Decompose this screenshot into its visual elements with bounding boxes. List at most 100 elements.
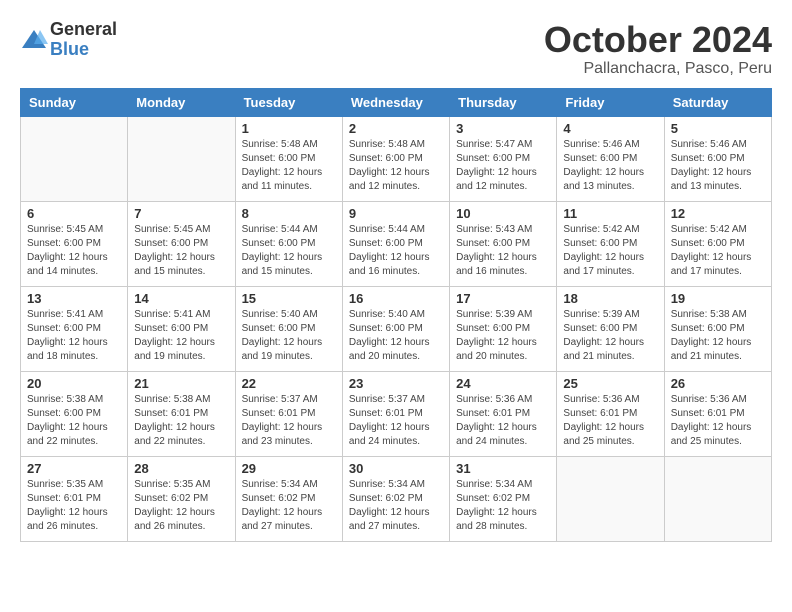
day-number: 14 bbox=[134, 291, 228, 306]
day-number: 23 bbox=[349, 376, 443, 391]
day-number: 20 bbox=[27, 376, 121, 391]
column-header-saturday: Saturday bbox=[664, 88, 771, 116]
calendar-cell: 5Sunrise: 5:46 AMSunset: 6:00 PMDaylight… bbox=[664, 116, 771, 201]
column-header-wednesday: Wednesday bbox=[342, 88, 449, 116]
day-info: Sunrise: 5:42 AMSunset: 6:00 PMDaylight:… bbox=[671, 223, 765, 279]
subtitle: Pallanchacra, Pasco, Peru bbox=[544, 60, 772, 78]
day-info: Sunrise: 5:37 AMSunset: 6:01 PMDaylight:… bbox=[242, 393, 336, 449]
day-info: Sunrise: 5:34 AMSunset: 6:02 PMDaylight:… bbox=[349, 478, 443, 534]
day-number: 24 bbox=[456, 376, 550, 391]
day-info: Sunrise: 5:40 AMSunset: 6:00 PMDaylight:… bbox=[242, 308, 336, 364]
calendar-cell: 17 Sunrise: 5:39 AMSunset: 6:00 PMDayligh… bbox=[450, 286, 557, 371]
day-info: Sunrise: 5:37 AMSunset: 6:01 PMDaylight:… bbox=[349, 393, 443, 449]
calendar-cell: 6 Sunrise: 5:45 AMSunset: 6:00 PMDaylight… bbox=[21, 201, 128, 286]
calendar-cell: 25 Sunrise: 5:36 AMSunset: 6:01 PMDayligh… bbox=[557, 371, 664, 456]
calendar-cell: 15 Sunrise: 5:40 AMSunset: 6:00 PMDayligh… bbox=[235, 286, 342, 371]
day-info: Sunrise: 5:48 AMSunset: 6:00 PMDaylight:… bbox=[349, 138, 443, 194]
calendar-cell: 28 Sunrise: 5:35 AMSunset: 6:02 PMDayligh… bbox=[128, 456, 235, 541]
calendar-cell: 7Sunrise: 5:45 AMSunset: 6:00 PMDaylight… bbox=[128, 201, 235, 286]
calendar-cell: 27 Sunrise: 5:35 AMSunset: 6:01 PMDayligh… bbox=[21, 456, 128, 541]
day-number: 27 bbox=[27, 461, 121, 476]
calendar-cell: 31 Sunrise: 5:34 AMSunset: 6:02 PMDayligh… bbox=[450, 456, 557, 541]
day-info: Sunrise: 5:38 AMSunset: 6:01 PMDaylight:… bbox=[134, 393, 228, 449]
calendar-cell: 3Sunrise: 5:47 AMSunset: 6:00 PMDaylight… bbox=[450, 116, 557, 201]
calendar-cell: 23 Sunrise: 5:37 AMSunset: 6:01 PMDayligh… bbox=[342, 371, 449, 456]
calendar-cell bbox=[21, 116, 128, 201]
logo: General Blue bbox=[20, 20, 117, 60]
calendar-cell: 16 Sunrise: 5:40 AMSunset: 6:00 PMDayligh… bbox=[342, 286, 449, 371]
day-number: 13 bbox=[27, 291, 121, 306]
column-header-monday: Monday bbox=[128, 88, 235, 116]
calendar-cell: 11Sunrise: 5:42 AMSunset: 6:00 PMDayligh… bbox=[557, 201, 664, 286]
calendar-week-4: 20 Sunrise: 5:38 AMSunset: 6:00 PMDayligh… bbox=[21, 371, 772, 456]
day-number: 9 bbox=[349, 206, 443, 221]
calendar-cell: 13Sunrise: 5:41 AMSunset: 6:00 PMDayligh… bbox=[21, 286, 128, 371]
day-number: 28 bbox=[134, 461, 228, 476]
day-number: 17 bbox=[456, 291, 550, 306]
day-info: Sunrise: 5:47 AMSunset: 6:00 PMDaylight:… bbox=[456, 138, 550, 194]
calendar-cell: 20 Sunrise: 5:38 AMSunset: 6:00 PMDayligh… bbox=[21, 371, 128, 456]
day-info: Sunrise: 5:34 AMSunset: 6:02 PMDaylight:… bbox=[456, 478, 550, 534]
calendar-cell: 2 Sunrise: 5:48 AMSunset: 6:00 PMDaylight… bbox=[342, 116, 449, 201]
calendar-cell: 8 Sunrise: 5:44 AMSunset: 6:00 PMDaylight… bbox=[235, 201, 342, 286]
day-number: 29 bbox=[242, 461, 336, 476]
day-info: Sunrise: 5:39 AMSunset: 6:00 PMDaylight:… bbox=[563, 308, 657, 364]
day-info: Sunrise: 5:36 AMSunset: 6:01 PMDaylight:… bbox=[563, 393, 657, 449]
calendar-cell: 9 Sunrise: 5:44 AMSunset: 6:00 PMDaylight… bbox=[342, 201, 449, 286]
day-info: Sunrise: 5:40 AMSunset: 6:00 PMDaylight:… bbox=[349, 308, 443, 364]
calendar-cell: 4Sunrise: 5:46 AMSunset: 6:00 PMDaylight… bbox=[557, 116, 664, 201]
day-info: Sunrise: 5:38 AMSunset: 6:00 PMDaylight:… bbox=[27, 393, 121, 449]
day-number: 26 bbox=[671, 376, 765, 391]
calendar-cell: 10Sunrise: 5:43 AMSunset: 6:00 PMDayligh… bbox=[450, 201, 557, 286]
day-number: 1 bbox=[242, 121, 336, 136]
calendar-week-1: 1 Sunrise: 5:48 AMSunset: 6:00 PMDaylight… bbox=[21, 116, 772, 201]
day-number: 10 bbox=[456, 206, 550, 221]
day-info: Sunrise: 5:45 AMSunset: 6:00 PMDaylight:… bbox=[27, 223, 121, 279]
day-number: 22 bbox=[242, 376, 336, 391]
day-info: Sunrise: 5:35 AMSunset: 6:02 PMDaylight:… bbox=[134, 478, 228, 534]
column-header-tuesday: Tuesday bbox=[235, 88, 342, 116]
day-info: Sunrise: 5:46 AMSunset: 6:00 PMDaylight:… bbox=[563, 138, 657, 194]
calendar-cell bbox=[557, 456, 664, 541]
title-block: October 2024 Pallanchacra, Pasco, Peru bbox=[544, 20, 772, 78]
column-header-friday: Friday bbox=[557, 88, 664, 116]
column-header-thursday: Thursday bbox=[450, 88, 557, 116]
calendar-week-3: 13Sunrise: 5:41 AMSunset: 6:00 PMDayligh… bbox=[21, 286, 772, 371]
calendar: SundayMondayTuesdayWednesdayThursdayFrid… bbox=[20, 88, 772, 542]
day-number: 31 bbox=[456, 461, 550, 476]
logo-icon bbox=[20, 26, 48, 54]
logo-general: General bbox=[50, 20, 117, 40]
day-number: 11 bbox=[563, 206, 657, 221]
day-number: 18 bbox=[563, 291, 657, 306]
calendar-cell: 18 Sunrise: 5:39 AMSunset: 6:00 PMDayligh… bbox=[557, 286, 664, 371]
day-info: Sunrise: 5:46 AMSunset: 6:00 PMDaylight:… bbox=[671, 138, 765, 194]
calendar-cell: 1Sunrise: 5:48 AMSunset: 6:00 PMDaylight… bbox=[235, 116, 342, 201]
day-number: 2 bbox=[349, 121, 443, 136]
day-number: 15 bbox=[242, 291, 336, 306]
day-number: 8 bbox=[242, 206, 336, 221]
day-info: Sunrise: 5:36 AMSunset: 6:01 PMDaylight:… bbox=[456, 393, 550, 449]
day-number: 25 bbox=[563, 376, 657, 391]
calendar-cell: 24 Sunrise: 5:36 AMSunset: 6:01 PMDayligh… bbox=[450, 371, 557, 456]
day-info: Sunrise: 5:36 AMSunset: 6:01 PMDaylight:… bbox=[671, 393, 765, 449]
day-number: 6 bbox=[27, 206, 121, 221]
day-info: Sunrise: 5:45 AMSunset: 6:00 PMDaylight:… bbox=[134, 223, 228, 279]
calendar-cell bbox=[128, 116, 235, 201]
column-header-sunday: Sunday bbox=[21, 88, 128, 116]
day-number: 16 bbox=[349, 291, 443, 306]
calendar-cell: 30 Sunrise: 5:34 AMSunset: 6:02 PMDayligh… bbox=[342, 456, 449, 541]
calendar-cell: 19Sunrise: 5:38 AMSunset: 6:00 PMDayligh… bbox=[664, 286, 771, 371]
day-info: Sunrise: 5:34 AMSunset: 6:02 PMDaylight:… bbox=[242, 478, 336, 534]
calendar-cell: 14Sunrise: 5:41 AMSunset: 6:00 PMDayligh… bbox=[128, 286, 235, 371]
logo-text: General Blue bbox=[50, 20, 117, 60]
day-number: 21 bbox=[134, 376, 228, 391]
day-info: Sunrise: 5:44 AMSunset: 6:00 PMDaylight:… bbox=[349, 223, 443, 279]
day-info: Sunrise: 5:35 AMSunset: 6:01 PMDaylight:… bbox=[27, 478, 121, 534]
day-info: Sunrise: 5:44 AMSunset: 6:00 PMDaylight:… bbox=[242, 223, 336, 279]
logo-blue: Blue bbox=[50, 40, 117, 60]
day-number: 30 bbox=[349, 461, 443, 476]
day-info: Sunrise: 5:39 AMSunset: 6:00 PMDaylight:… bbox=[456, 308, 550, 364]
calendar-cell bbox=[664, 456, 771, 541]
calendar-cell: 22 Sunrise: 5:37 AMSunset: 6:01 PMDayligh… bbox=[235, 371, 342, 456]
calendar-cell: 26 Sunrise: 5:36 AMSunset: 6:01 PMDayligh… bbox=[664, 371, 771, 456]
